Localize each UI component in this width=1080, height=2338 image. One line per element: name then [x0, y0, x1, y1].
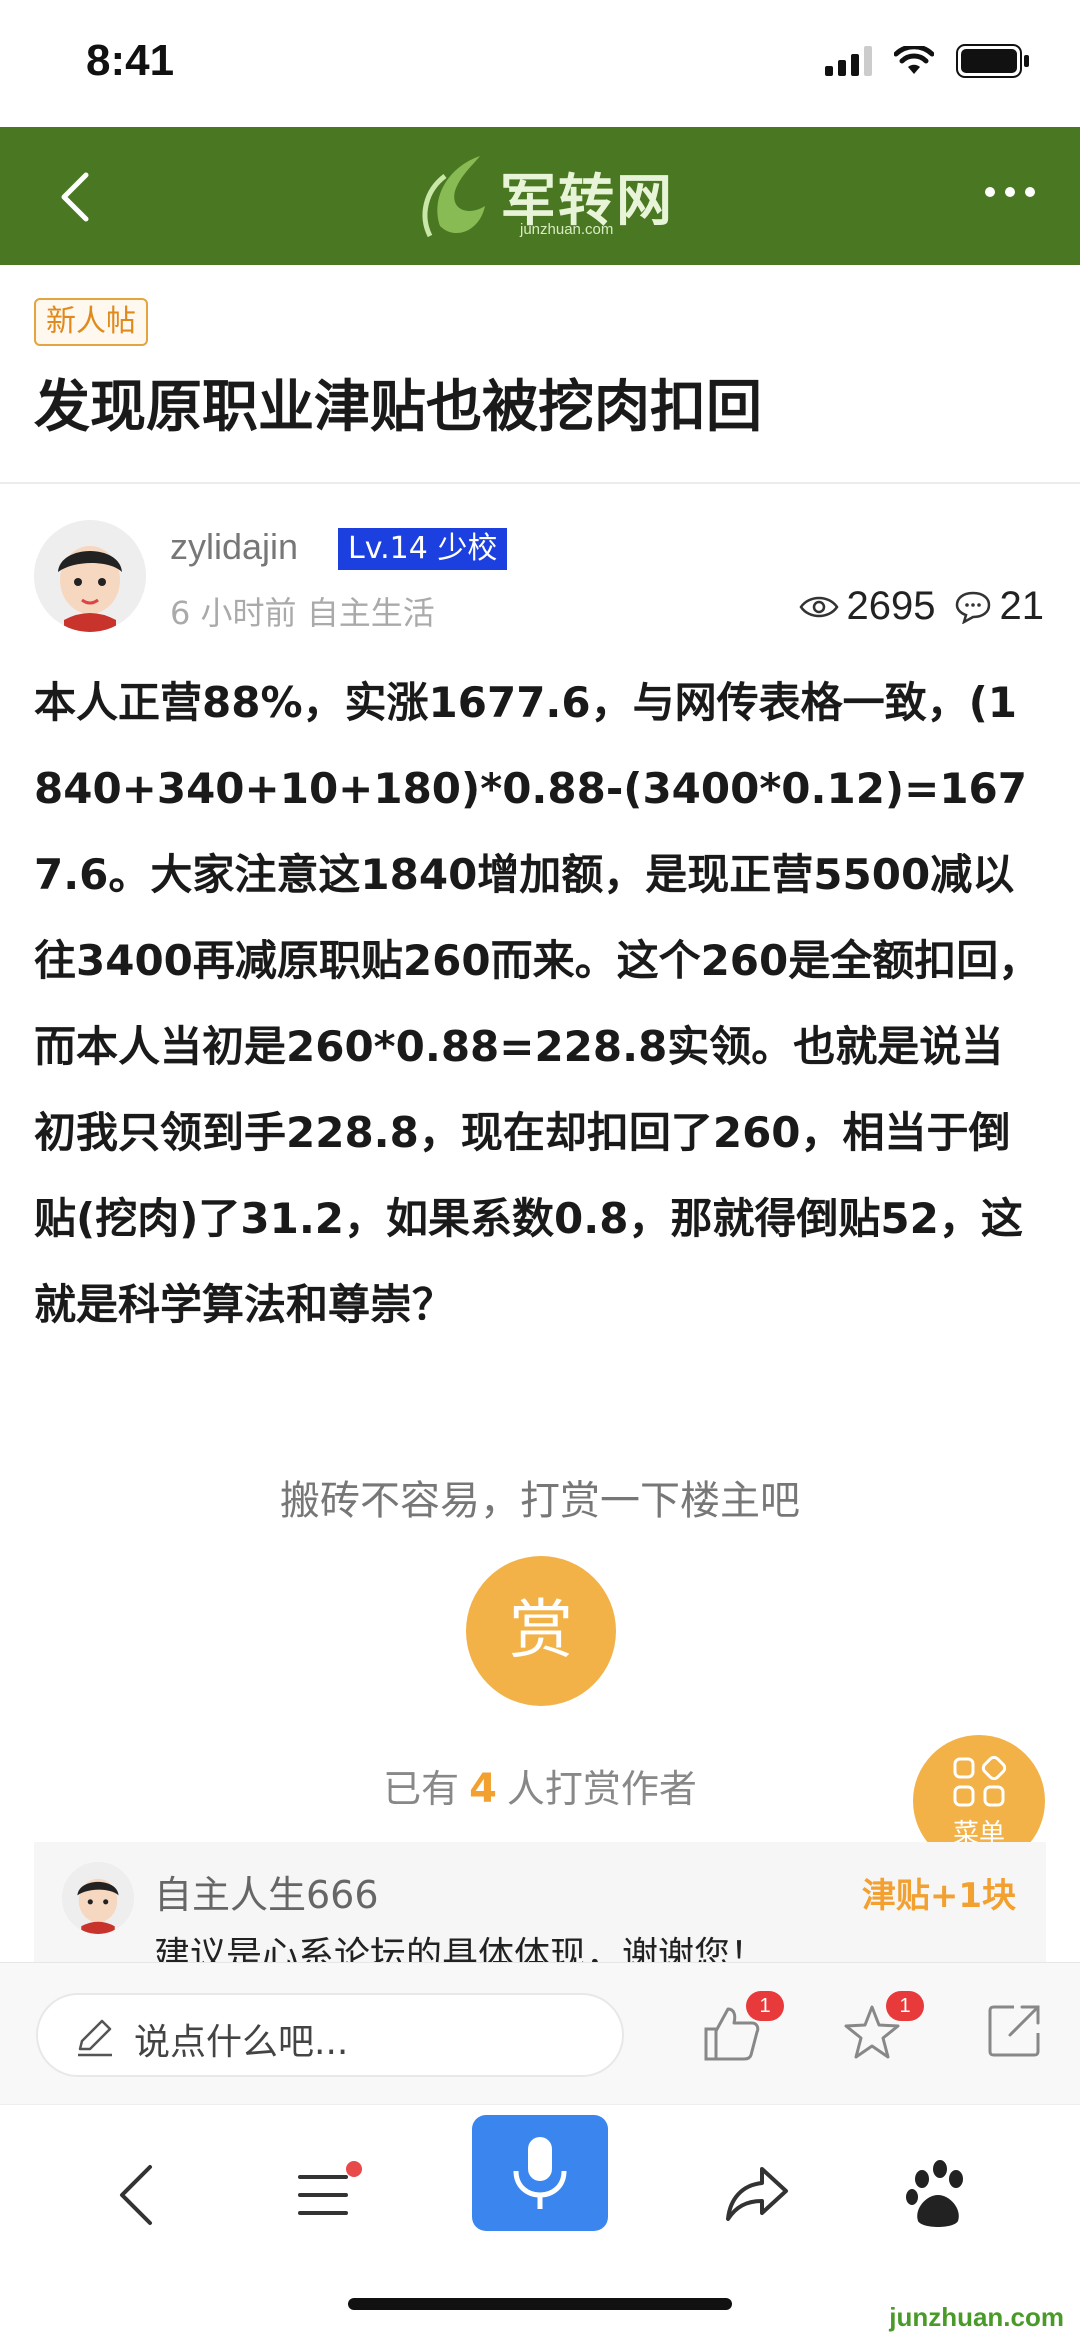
reward-prompt: 搬砖不容易，打赏一下楼主吧: [280, 1478, 800, 1524]
rewarder-name[interactable]: 自主人生666: [154, 1864, 379, 1919]
bird-logo-icon: [422, 156, 485, 238]
browser-menu-icon[interactable]: [288, 2155, 368, 2235]
share-icon: [988, 2005, 1040, 2057]
favorite-button[interactable]: 1: [840, 1991, 924, 2071]
more-options-icon[interactable]: [980, 172, 1040, 212]
status-icons: [825, 44, 1030, 78]
watermark: junzhuan.com: [889, 2302, 1064, 2332]
browser-forward-icon[interactable]: [718, 2155, 798, 2235]
eye-icon: [799, 596, 839, 617]
comment-placeholder: 说点什么吧...: [134, 2022, 349, 2063]
post-meta: 6 小时前 自主生活: [170, 594, 435, 632]
signal-icon: [825, 46, 872, 76]
rewarder-avatar[interactable]: [62, 1862, 134, 1934]
microphone-icon: [513, 2137, 567, 2209]
divider: [0, 482, 1080, 484]
post-stats: 2695 21: [799, 584, 1044, 629]
views-count: 2695: [846, 584, 936, 628]
back-chevron-icon[interactable]: [48, 167, 108, 227]
voice-search-button[interactable]: [472, 2115, 608, 2231]
post-title: 发现原职业津贴也被挖肉扣回: [34, 375, 762, 440]
wifi-icon: [894, 46, 934, 74]
like-badge: 1: [746, 1991, 784, 2021]
reward-button[interactable]: 赏: [466, 1556, 616, 1706]
comments-count: 21: [999, 584, 1045, 628]
share-button[interactable]: [984, 2001, 1054, 2071]
status-bar: 8:41: [0, 0, 1080, 127]
new-post-tag: 新人帖: [34, 298, 148, 346]
favorite-badge: 1: [886, 1991, 924, 2021]
post-body: 本人正营88%，实涨1677.6，与网传表格一致，(1840+340+10+18…: [34, 678, 1041, 1329]
comment-bubble-icon: [955, 591, 990, 624]
reward-count-prefix: 已有: [383, 1767, 460, 1811]
app-header: 军转网 junzhuan.com: [0, 127, 1080, 265]
battery-icon: [956, 44, 1029, 78]
views-stat: 2695: [799, 584, 936, 629]
reward-count-number: 4: [469, 1766, 497, 1812]
comment-input[interactable]: 说点什么吧...: [36, 1993, 624, 2077]
grid-menu-icon: [953, 1755, 1007, 1807]
level-badge: Lv.14 少校: [338, 528, 508, 570]
author-avatar[interactable]: [34, 520, 146, 632]
browser-back-icon[interactable]: [100, 2155, 180, 2235]
home-indicator: [348, 2298, 732, 2310]
reward-count-suffix: 人打赏作者: [506, 1767, 697, 1811]
author-name[interactable]: zylidajin: [170, 526, 298, 568]
like-button[interactable]: 1: [700, 1991, 784, 2071]
logo-subtext: junzhuan.com: [520, 221, 614, 238]
site-logo[interactable]: 军转网 junzhuan.com: [410, 141, 674, 251]
reward-amount: 津贴+1块: [861, 1876, 1016, 1916]
comments-stat: 21: [954, 584, 1045, 629]
comment-bar: 说点什么吧... 1 1: [0, 1962, 1080, 2104]
pen-icon: [78, 2019, 112, 2057]
status-time: 8:41: [86, 36, 175, 85]
reward-message: 建议是心系论坛的具体体现，谢谢您！: [154, 1935, 767, 1962]
reward-list-item: 自主人生666 津贴+1块 建议是心系论坛的具体体现，谢谢您！: [34, 1842, 1046, 1962]
baidu-paw-icon[interactable]: [898, 2155, 978, 2235]
